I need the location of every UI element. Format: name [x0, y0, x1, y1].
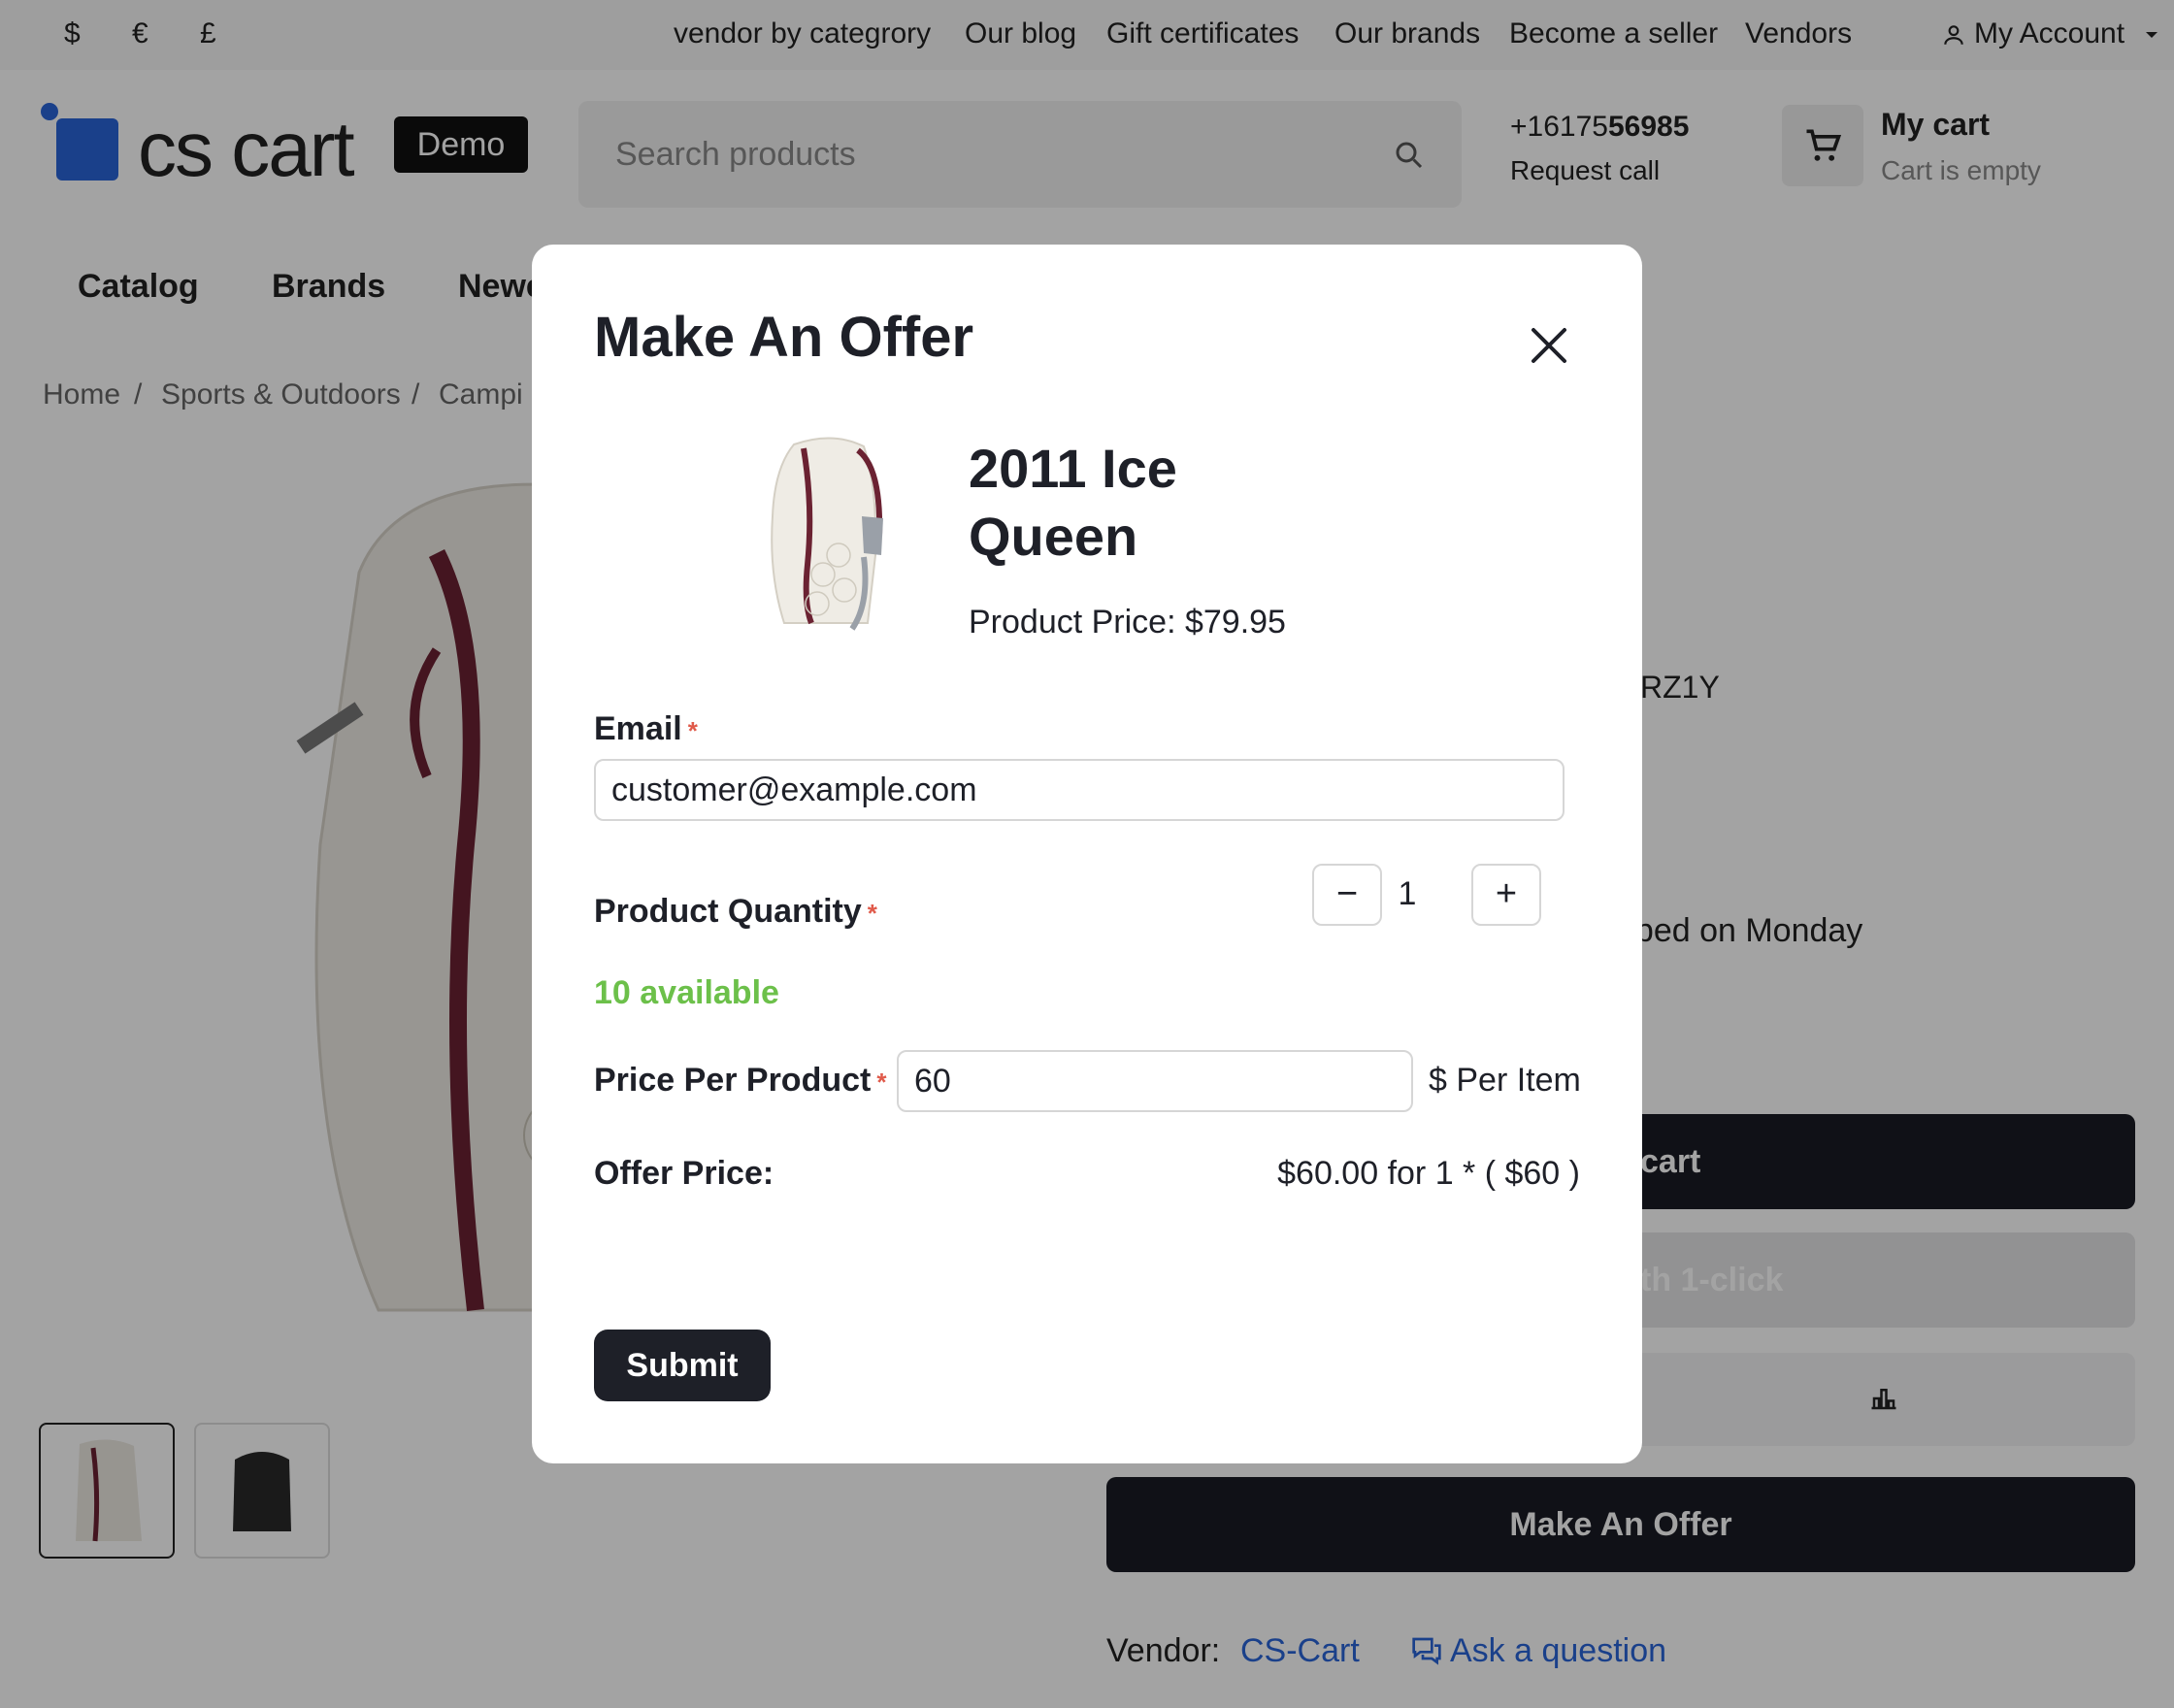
email-field[interactable]: [594, 759, 1565, 821]
submit-button[interactable]: Submit: [594, 1330, 771, 1401]
quantity-value[interactable]: 1: [1388, 875, 1427, 913]
make-offer-dialog: Make An Offer 2011 Ice Queen Product Pri…: [532, 245, 1642, 1463]
required-marker: *: [687, 716, 698, 745]
product-thumbnail: [771, 437, 883, 631]
quantity-increase-button[interactable]: +: [1471, 864, 1541, 926]
product-name: 2011 Ice Queen: [969, 438, 1177, 567]
product-price: Product Price: $79.95: [969, 604, 1286, 640]
price-unit: $ Per Item: [1429, 1062, 1581, 1099]
quantity-label: Product Quantity *: [594, 893, 877, 930]
required-marker: *: [876, 1068, 887, 1097]
close-icon[interactable]: [1522, 318, 1576, 373]
availability-status: 10 available: [594, 974, 779, 1011]
price-per-product-label: Price Per Product *: [594, 1062, 887, 1099]
offer-price-value: $60.00 for 1 * ( $60 ): [1277, 1155, 1580, 1192]
email-label: Email *: [594, 710, 698, 747]
offer-price-label: Offer Price:: [594, 1155, 774, 1192]
price-per-product-field[interactable]: [897, 1050, 1413, 1112]
dialog-title: Make An Offer: [594, 306, 974, 369]
quantity-decrease-button[interactable]: −: [1312, 864, 1382, 926]
required-marker: *: [867, 899, 877, 928]
